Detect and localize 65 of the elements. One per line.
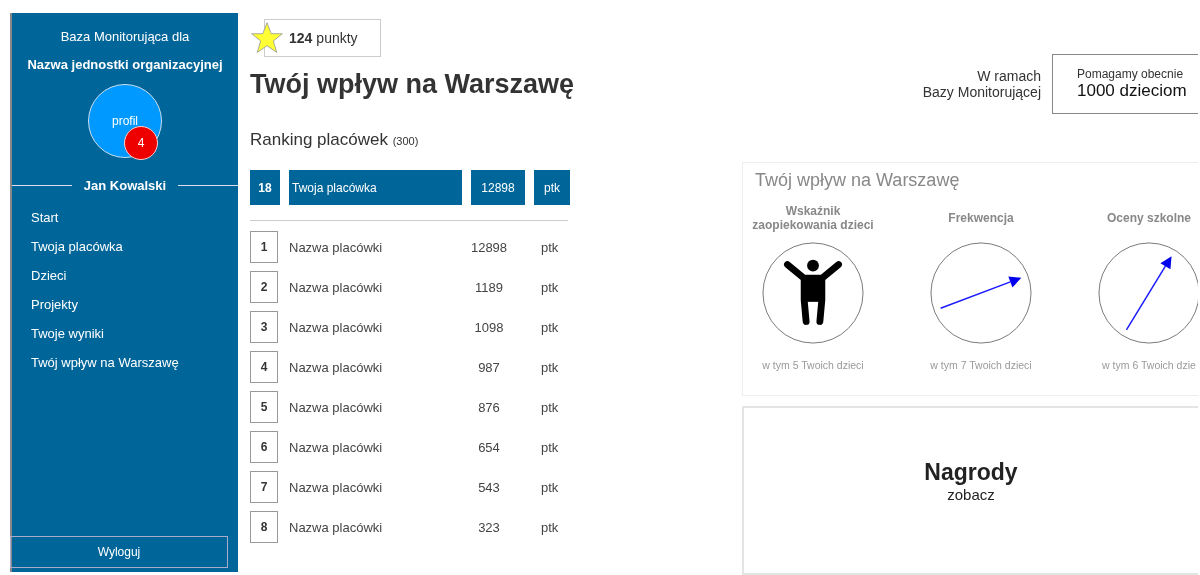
facility-points: 654 [477,439,501,455]
nav-link[interactable]: Projekty [31,296,238,314]
rank-number: 6 [250,431,278,463]
awards-title: Nagrody [924,458,1018,486]
ranking-title: Ranking placówek (300) [250,130,420,150]
app-subtitle: Baza Monitorująca dla [60,29,190,44]
facility-points: 1098 [473,319,505,335]
points-unit: ptk [541,519,559,535]
rank-number: 3 [250,311,278,343]
own-points: 12898 [471,170,525,205]
indicator-title: Oceny szkolne [1105,210,1192,227]
rank-number: 7 [250,471,278,503]
points-unit: ptk [541,279,559,295]
own-facility-name: Twoja placówka [289,170,462,205]
facility-points: 876 [477,399,501,415]
rank-number: 8 [250,511,278,543]
points-unit: ptk [541,239,559,255]
context-label: W ramach [977,68,1041,84]
facility-name: Nazwa placówki [289,279,384,295]
facility-points: 12898 [469,239,509,255]
children-count-label: Pomagamy obecnie [1077,67,1185,81]
user-name: Jan Kowalski [83,178,167,193]
facility-points: 323 [477,519,501,535]
own-points-unit: ptk [534,170,570,205]
nav-link[interactable]: Twoje wyniki [31,325,238,343]
facility-points: 1189 [474,279,504,295]
indicator-title: Wskaźnik zaopiekowania dzieci [751,203,875,233]
awards-link[interactable]: zobacz [947,485,995,503]
facility-points: 987 [477,359,501,375]
star-icon [250,21,284,55]
nav-link[interactable]: Start [31,209,238,227]
person-icon [761,241,865,345]
facility-name: Nazwa placówki [289,319,384,335]
rank-number: 4 [250,351,278,383]
points-unit: ptk [541,399,559,415]
indicator-title: Frekwencja [947,210,1015,227]
nav-link[interactable]: Twój wpływ na Warszawę [31,354,238,372]
nav-link[interactable]: Dzieci [31,267,238,285]
indicator-note: w tym 7 Twoich dzieci [930,359,1032,371]
awards-card[interactable]: Nagrody zobacz [742,406,1198,575]
points-unit: ptk [541,359,559,375]
rank-number: 5 [250,391,278,423]
points-counter: 124 punkty [264,19,381,57]
facility-name: Nazwa placówki [289,239,384,255]
indicator-note: w tym 5 Twoich dzieci [762,359,864,371]
organization-name: Nazwa jednostki organizacyjnej [27,57,223,72]
logout-button[interactable]: Wyloguj [10,536,228,568]
gauge-icon [929,241,1033,345]
context-label: Bazy Monitorującej [922,84,1041,100]
facility-name: Nazwa placówki [289,519,384,535]
facility-points: 543 [477,479,501,495]
points-unit: ptk [541,479,559,495]
facility-name: Nazwa placówki [289,399,384,415]
facility-name: Nazwa placówki [289,359,384,375]
rank-number: 1 [250,231,278,263]
indicator-note: w tym 6 Twoich dzie [1102,359,1196,371]
children-count: 1000 dzieciom [1077,81,1188,101]
points-unit: ptk [541,319,559,335]
facility-name: Nazwa placówki [289,479,384,495]
rank-number: 2 [250,271,278,303]
points-unit: ptk [541,439,559,455]
panel-title: Twój wpływ na Warszawę [754,169,961,191]
own-rank: 18 [250,170,280,205]
nav-link[interactable]: Twoja placówka [31,238,238,256]
facility-name: Nazwa placówki [289,439,384,455]
